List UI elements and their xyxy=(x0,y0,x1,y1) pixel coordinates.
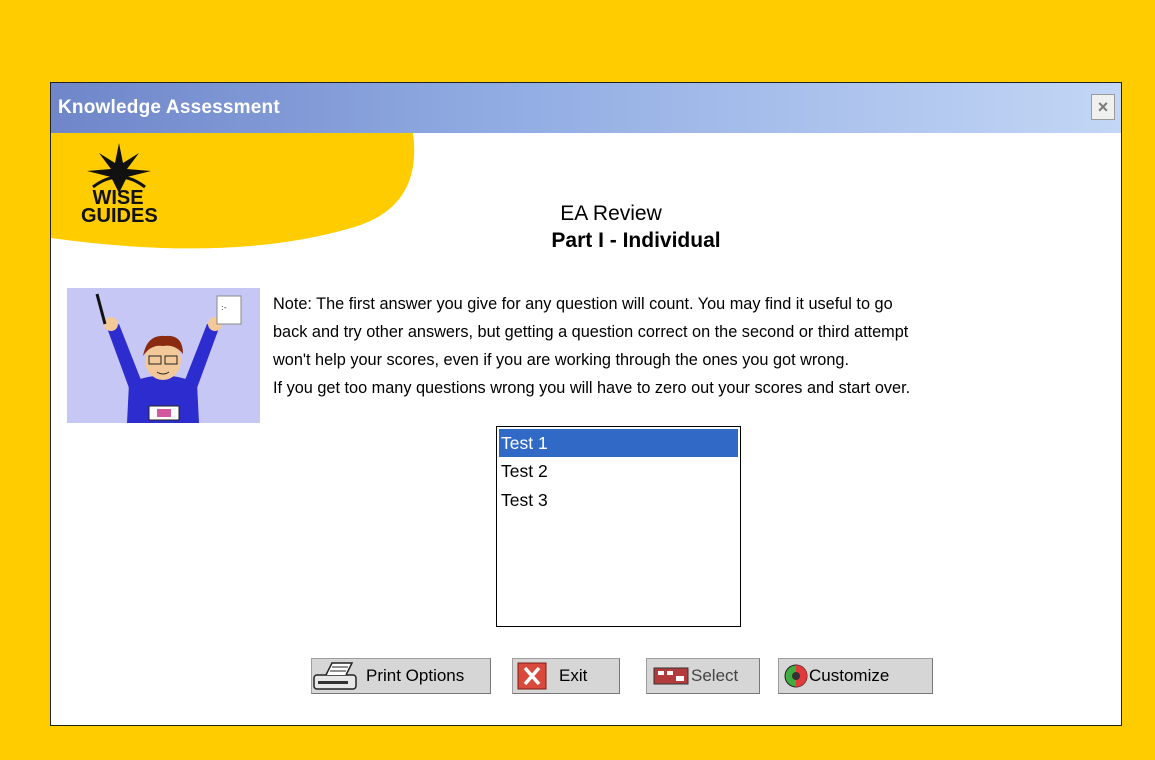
svg-text::-: :- xyxy=(221,303,227,312)
exit-label: Exit xyxy=(559,666,588,685)
note-line: Note: The first answer you give for any … xyxy=(273,295,893,313)
note-line: back and try other answers, but getting … xyxy=(273,323,909,341)
logo-wordmark: WISE GUIDES xyxy=(81,188,158,227)
print-options-label: Print Options xyxy=(366,666,465,685)
exit-button[interactable]: Exit xyxy=(512,658,620,694)
heading-subtitle: Part I - Individual xyxy=(551,229,721,252)
title-bar[interactable]: Knowledge Assessment × xyxy=(51,83,1121,133)
list-item-test-2[interactable]: Test 2 xyxy=(497,457,740,486)
red-x-icon xyxy=(517,662,547,690)
customize-label: Customize xyxy=(809,666,890,685)
close-button[interactable]: × xyxy=(1091,94,1115,120)
logo-word-guides: GUIDES xyxy=(81,205,158,227)
page-heading: EA Review Part I - Individual xyxy=(481,200,781,254)
print-options-button[interactable]: Print Options xyxy=(311,658,491,694)
knowledge-assessment-window: Knowledge Assessment × WISE GUIDES EA Re… xyxy=(50,82,1122,726)
printer-icon xyxy=(313,662,357,690)
heading-title: EA Review xyxy=(560,202,662,225)
window-title: Knowledge Assessment xyxy=(58,97,280,118)
list-item-test-1[interactable]: Test 1 xyxy=(499,429,738,457)
note-line: won't help your scores, even if you are … xyxy=(273,351,849,369)
quiz-host-illustration: :- xyxy=(67,288,260,423)
note-line: If you get too many questions wrong you … xyxy=(273,379,911,397)
color-wheel-icon xyxy=(784,664,808,688)
select-icon xyxy=(653,667,689,685)
customize-button[interactable]: Customize xyxy=(778,658,933,694)
list-item-test-3[interactable]: Test 3 xyxy=(497,486,740,515)
test-listbox[interactable]: Test 1 Test 2 Test 3 xyxy=(496,426,741,627)
select-button[interactable]: Select xyxy=(646,658,760,694)
instructions-note: Note: The first answer you give for any … xyxy=(273,290,1113,402)
select-label: Select xyxy=(691,666,739,685)
